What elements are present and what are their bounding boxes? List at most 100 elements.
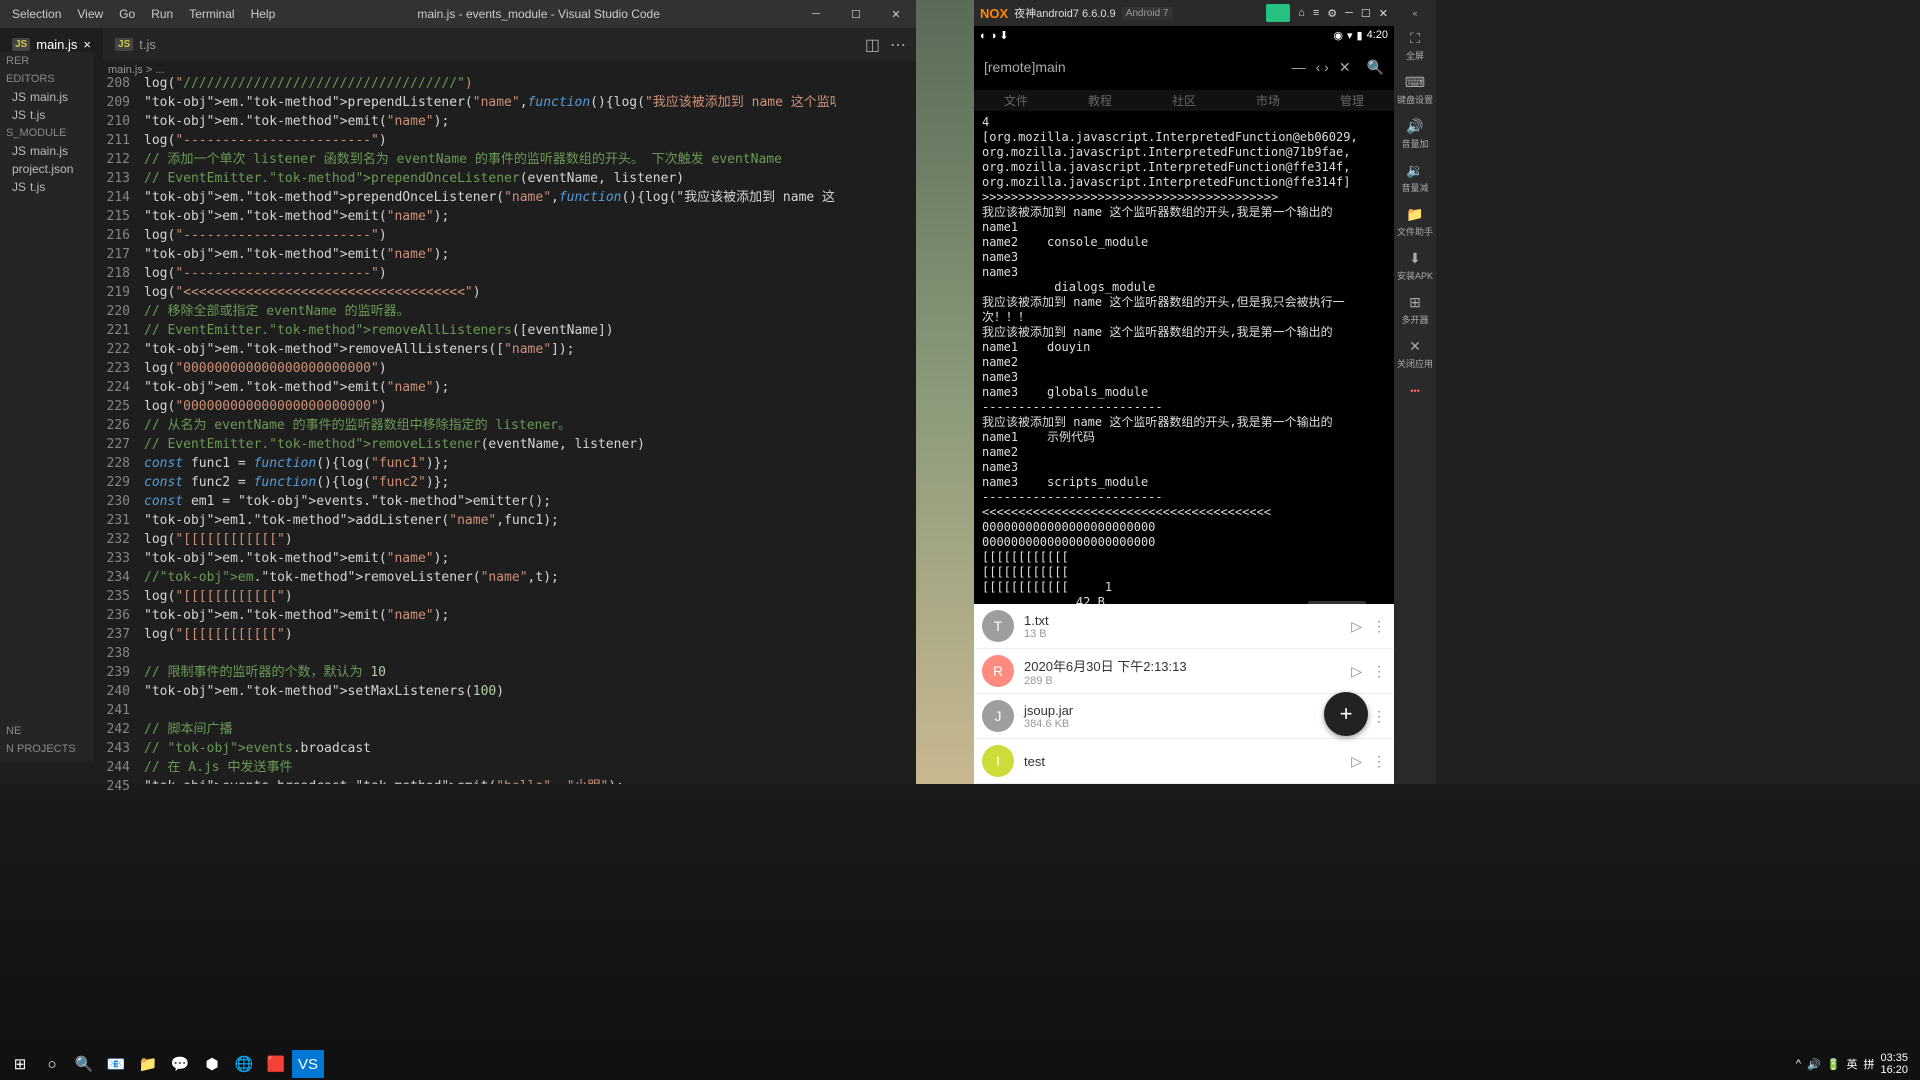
nox-side-button[interactable]: ✕ 关闭应用: [1397, 338, 1433, 370]
tab-label: t.js: [139, 37, 156, 52]
more-dots-icon[interactable]: •••: [1410, 386, 1419, 396]
expand-icon[interactable]: ‹ ›: [1316, 59, 1329, 75]
file-tabs: 文件 教程 社区 市场 管理: [974, 90, 1394, 111]
file-row[interactable]: R 2020年6月30日 下午2:13:13 289 B ▷ ⋮: [974, 649, 1394, 694]
file-row[interactable]: T 1.txt 13 B ▷ ⋮: [974, 604, 1394, 649]
nox-side-button[interactable]: ⬇ 安装APK: [1397, 250, 1433, 282]
sidebar-item[interactable]: JSt.js: [0, 106, 94, 124]
sidebar-item[interactable]: project.json: [0, 160, 94, 178]
sidebar-section-module: S_MODULE: [0, 124, 94, 142]
js-icon: JS: [12, 90, 26, 104]
nox-menu-icon[interactable]: ≡: [1313, 7, 1319, 19]
nox-side-button[interactable]: 📁 文件助手: [1397, 206, 1433, 238]
nox-settings-icon[interactable]: ⚙: [1327, 7, 1337, 20]
tab-market[interactable]: 市场: [1256, 92, 1280, 109]
tray-sound-icon[interactable]: 🔊: [1807, 1058, 1821, 1071]
tab-tutorial[interactable]: 教程: [1088, 92, 1112, 109]
fab-add-button[interactable]: +: [1324, 692, 1368, 736]
explorer-icon[interactable]: 📁: [132, 1050, 164, 1078]
nox-home-icon[interactable]: ⌂: [1298, 7, 1305, 19]
minimap[interactable]: [836, 72, 916, 784]
vscode-window: Selection View Go Run Terminal Help main…: [0, 0, 916, 784]
minimize-button[interactable]: ─: [796, 8, 836, 21]
minimize-panel-icon[interactable]: —: [1292, 59, 1306, 75]
side-label: 安装APK: [1397, 269, 1433, 282]
more-icon[interactable]: ⋮: [1372, 753, 1386, 770]
file-row[interactable]: I test ▷ ⋮: [974, 739, 1394, 784]
ime-mode[interactable]: 拼: [1863, 1056, 1874, 1072]
tab-tjs[interactable]: JS t.js: [103, 28, 168, 61]
maximize-button[interactable]: ☐: [836, 8, 876, 21]
chrome-icon[interactable]: 🌐: [228, 1050, 260, 1078]
play-icon[interactable]: ▷: [1351, 663, 1362, 680]
file-name: 1.txt: [1024, 613, 1341, 628]
app-icon[interactable]: ⬢: [196, 1050, 228, 1078]
start-button[interactable]: ⊞: [4, 1050, 36, 1078]
play-icon[interactable]: ▷: [1351, 753, 1362, 770]
more-icon[interactable]: ⋮: [1372, 708, 1386, 725]
collapse-icon[interactable]: «: [1412, 8, 1417, 18]
menu-selection[interactable]: Selection: [6, 7, 67, 21]
code-content[interactable]: log("///////////////////////////////////…: [144, 72, 836, 784]
tray-battery-icon[interactable]: 🔋: [1827, 1058, 1841, 1071]
android-version-tag: Android 7: [1122, 7, 1173, 20]
search-icon[interactable]: 🔍: [1367, 59, 1384, 76]
tab-close-icon[interactable]: ×: [83, 37, 91, 52]
vscode-taskbar-icon[interactable]: VS: [292, 1050, 324, 1078]
wifi-icon: ▾: [1347, 29, 1353, 42]
menu-view[interactable]: View: [71, 7, 109, 21]
menu-help[interactable]: Help: [245, 7, 282, 21]
tab-files[interactable]: 文件: [1004, 92, 1028, 109]
close-button[interactable]: ✕: [876, 8, 916, 21]
file-avatar: R: [982, 655, 1014, 687]
file-name: jsoup.jar: [1024, 703, 1341, 718]
ime-lang[interactable]: 英: [1846, 1056, 1857, 1072]
file-size: 289 B: [1024, 675, 1341, 687]
nox-green-button[interactable]: [1266, 4, 1290, 22]
sidebar-item[interactable]: JSt.js: [0, 178, 94, 196]
editor-area[interactable]: 2082092102112122132142152162172182192202…: [94, 72, 916, 784]
sidebar-item[interactable]: JSmain.js: [0, 142, 94, 160]
log-output[interactable]: 4[org.mozilla.javascript.InterpretedFunc…: [974, 111, 1394, 604]
more-icon[interactable]: ⋮: [1372, 663, 1386, 680]
more-actions-icon[interactable]: ⋯: [890, 35, 906, 55]
close-panel-icon[interactable]: ✕: [1339, 59, 1351, 76]
split-editor-icon[interactable]: ◫: [865, 35, 880, 55]
nox-titlebar: NOX 夜神android7 6.6.0.9 Android 7 ⌂ ≡ ⚙ ─…: [974, 0, 1394, 26]
side-icon: ⊞: [1409, 294, 1421, 311]
tray-clock[interactable]: 03:35 16:20: [1880, 1052, 1908, 1076]
wechat-icon[interactable]: 💬: [164, 1050, 196, 1078]
file-avatar: I: [982, 745, 1014, 777]
nox-side-button[interactable]: ⛶ 全屏: [1406, 30, 1424, 62]
autojs-header: [remote]main — ‹ › ✕ 🔍: [974, 44, 1394, 90]
nox-maximize-icon[interactable]: ☐: [1361, 7, 1371, 20]
file-name: test: [1024, 754, 1341, 769]
menu-go[interactable]: Go: [113, 7, 141, 21]
nox-side-button[interactable]: 🔊 音量加: [1401, 118, 1428, 150]
sidebar-section: N PROJECTS: [0, 740, 94, 758]
side-label: 多开器: [1401, 313, 1428, 326]
play-icon[interactable]: ▷: [1351, 618, 1362, 635]
more-icon[interactable]: ⋮: [1372, 618, 1386, 635]
nox-side-button[interactable]: ⌨ 键盘设置: [1397, 74, 1433, 106]
cortana-icon[interactable]: ○: [36, 1050, 68, 1078]
menu-terminal[interactable]: Terminal: [183, 7, 240, 21]
tray-chevron-icon[interactable]: ^: [1796, 1058, 1801, 1070]
android-statusbar: ◐ ◑ ⬇ ◉ ▾ ▮ 4:20: [974, 26, 1394, 44]
confirm-button[interactable]: 确定: [1308, 601, 1366, 604]
nox-side-button[interactable]: ⊞ 多开器: [1401, 294, 1428, 326]
taskview-icon[interactable]: 🔍: [68, 1050, 100, 1078]
mail-icon[interactable]: 📧: [100, 1050, 132, 1078]
tab-community[interactable]: 社区: [1172, 92, 1196, 109]
remote-label: [remote]main: [984, 59, 1282, 75]
nox-close-icon[interactable]: ✕: [1379, 7, 1388, 20]
app-icon-2[interactable]: 🟥: [260, 1050, 292, 1078]
file-size: 13 B: [1024, 628, 1341, 640]
file-size: 384.6 KB: [1024, 718, 1341, 730]
tab-manage[interactable]: 管理: [1340, 92, 1364, 109]
nox-minimize-icon[interactable]: ─: [1345, 7, 1353, 19]
menu-run[interactable]: Run: [145, 7, 179, 21]
sidebar-item[interactable]: JSmain.js: [0, 88, 94, 106]
nox-side-button[interactable]: 🔉 音量减: [1401, 162, 1428, 194]
side-icon: ✕: [1409, 338, 1421, 355]
